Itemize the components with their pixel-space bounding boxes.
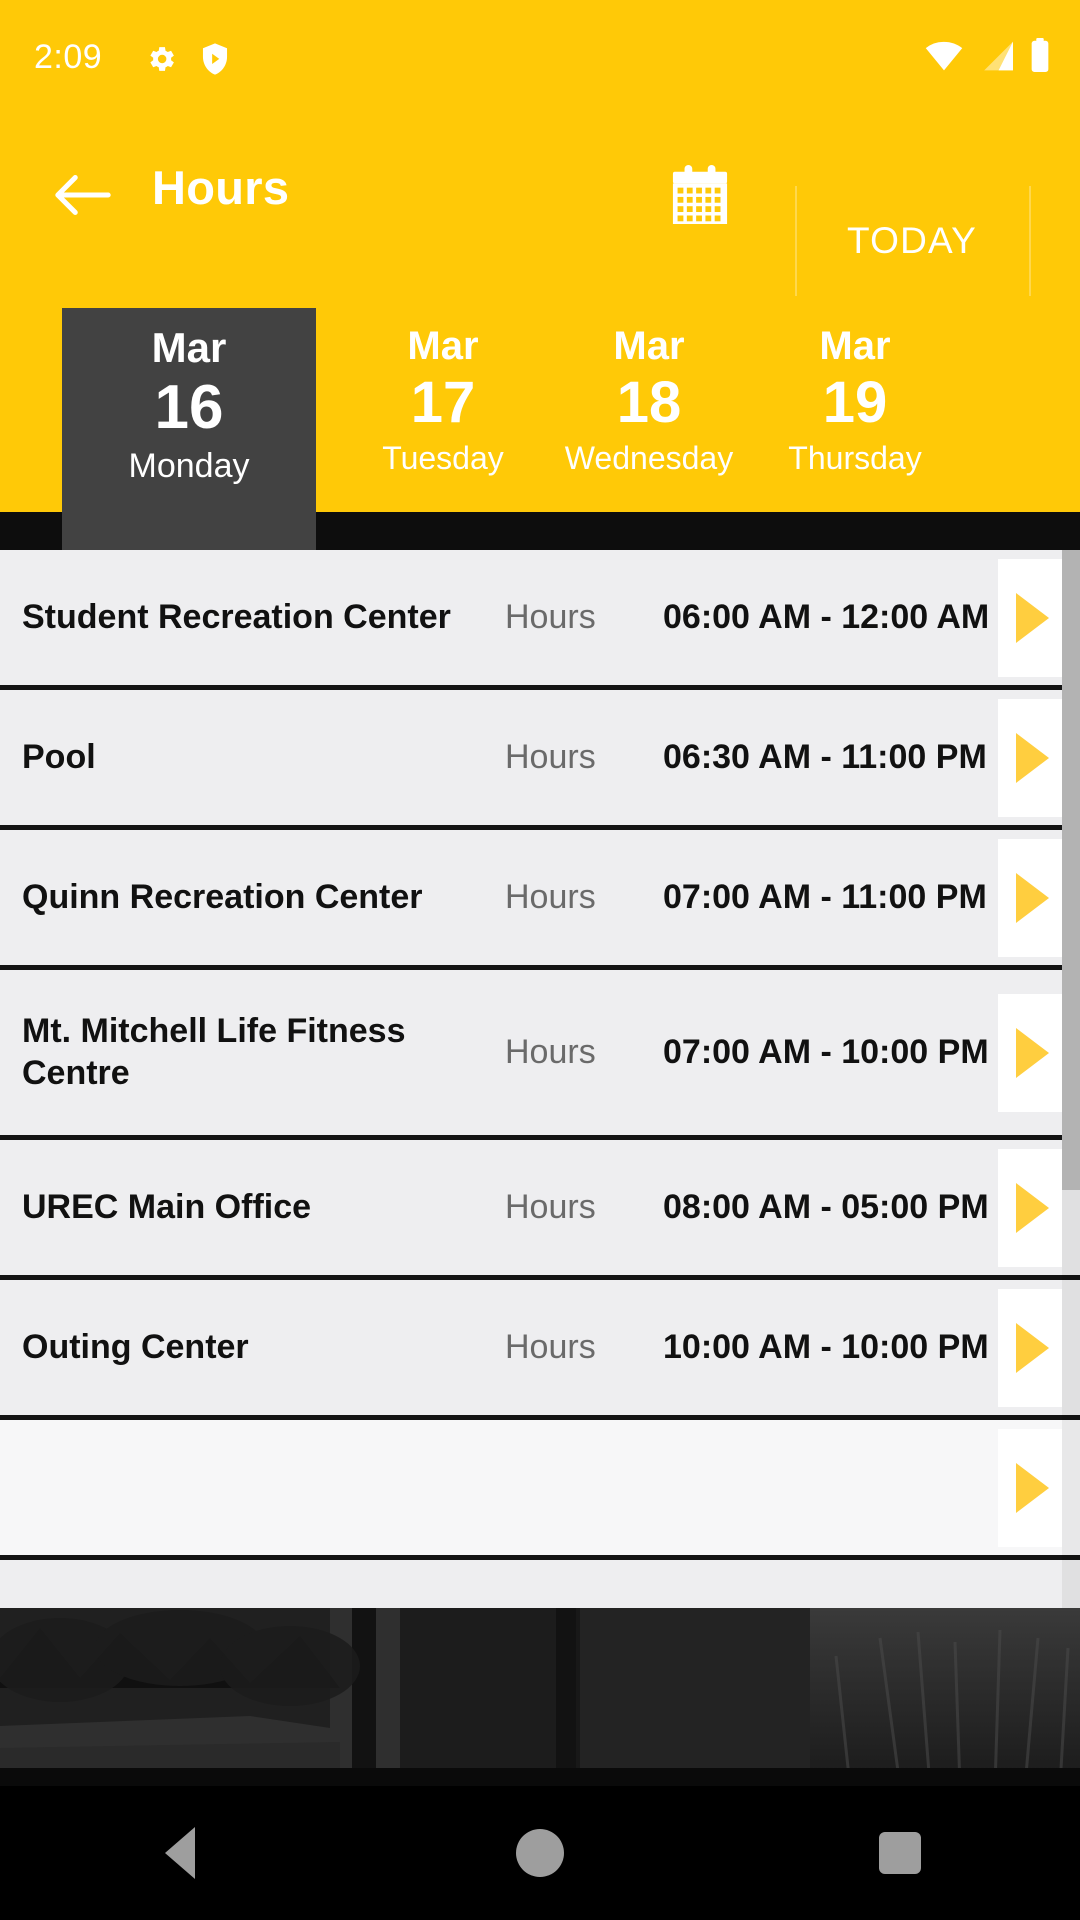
facility-name: Quinn Recreation Center bbox=[22, 877, 423, 916]
facility-name: Student Recreation Center bbox=[22, 597, 451, 636]
facility-hours: 07:00 AM - 10:00 PM bbox=[663, 1033, 989, 1071]
appbar-divider-right bbox=[1029, 186, 1031, 296]
date-tab-strip: Mar 16 Monday Mar 17 Tuesday Mar 18 Wedn… bbox=[0, 308, 1080, 550]
hours-label: Hours bbox=[505, 1188, 596, 1226]
date-tab-day: 17 bbox=[410, 369, 476, 435]
facility-hours: 10:00 AM - 10:00 PM bbox=[663, 1328, 989, 1366]
row-chevron-button[interactable] bbox=[998, 1288, 1062, 1407]
chevron-right-icon bbox=[1015, 592, 1049, 643]
row-chevron-button[interactable] bbox=[998, 993, 1062, 1112]
app-header: 2:09 Hours TODAY Mar 16 Monday Mar 17 Tu… bbox=[0, 0, 1080, 550]
hours-label: Hours bbox=[505, 1033, 596, 1071]
chevron-right-icon bbox=[1015, 872, 1049, 923]
nav-home-button[interactable] bbox=[475, 1786, 605, 1920]
list-scrollbar[interactable] bbox=[1062, 550, 1080, 1608]
facility-hours: 06:30 AM - 11:00 PM bbox=[663, 738, 987, 776]
date-tab-0[interactable]: Mar 16 Monday bbox=[62, 308, 316, 550]
row-chevron-button[interactable] bbox=[998, 838, 1062, 957]
table-row[interactable]: Student Recreation Center Hours 06:00 AM… bbox=[0, 550, 1080, 690]
facility-name: Outing Center bbox=[22, 1327, 249, 1366]
date-tab-weekday: Monday bbox=[128, 447, 250, 486]
gear-icon bbox=[144, 42, 178, 81]
nav-back-button[interactable] bbox=[115, 1786, 245, 1920]
hours-label: Hours bbox=[505, 878, 596, 916]
phone-screen: 2:09 Hours TODAY Mar 16 Monday Mar 17 Tu… bbox=[0, 0, 1080, 1920]
battery-icon bbox=[1030, 38, 1050, 77]
calendar-button[interactable] bbox=[655, 150, 745, 240]
today-button[interactable]: TODAY bbox=[795, 186, 1029, 296]
android-nav-bar bbox=[0, 1786, 1080, 1920]
table-row[interactable]: Quinn Recreation Center Hours 07:00 AM -… bbox=[0, 830, 1080, 970]
table-row-partial[interactable] bbox=[0, 1420, 1080, 1560]
background-photo bbox=[0, 1608, 1080, 1786]
chevron-right-icon bbox=[1015, 1182, 1049, 1233]
date-tab-day: 19 bbox=[822, 369, 888, 435]
nav-home-icon bbox=[516, 1829, 564, 1877]
chevron-right-icon bbox=[1015, 1462, 1049, 1513]
calendar-icon bbox=[672, 165, 728, 224]
date-tab-weekday: Tuesday bbox=[382, 439, 504, 476]
facility-name: UREC Main Office bbox=[22, 1187, 312, 1226]
table-row[interactable]: Mt. Mitchell Life Fitness Centre Hours 0… bbox=[0, 970, 1080, 1140]
date-tab-month: Mar bbox=[819, 324, 891, 368]
back-button[interactable] bbox=[42, 154, 124, 236]
facility-name: Pool bbox=[22, 737, 96, 776]
today-button-label: TODAY bbox=[846, 220, 978, 261]
date-tab-3[interactable]: Mar 19 Thursday bbox=[728, 308, 982, 512]
status-bar-clock: 2:09 bbox=[34, 38, 103, 76]
date-tab-day: 16 bbox=[154, 373, 224, 443]
chevron-right-icon bbox=[1015, 1322, 1049, 1373]
facility-hours: 06:00 AM - 12:00 AM bbox=[663, 598, 990, 636]
chevron-right-icon bbox=[1015, 1027, 1049, 1078]
back-arrow-icon bbox=[55, 175, 111, 215]
row-chevron-button[interactable] bbox=[998, 1428, 1062, 1547]
row-chevron-button[interactable] bbox=[998, 698, 1062, 817]
shield-play-icon bbox=[200, 42, 230, 81]
date-tab-month: Mar bbox=[151, 324, 227, 371]
facility-hours: 07:00 AM - 11:00 PM bbox=[663, 878, 987, 916]
cellular-signal-icon bbox=[977, 40, 1017, 77]
table-row[interactable]: UREC Main Office Hours 08:00 AM - 05:00 … bbox=[0, 1140, 1080, 1280]
wifi-icon bbox=[924, 40, 964, 77]
nav-recents-button[interactable] bbox=[835, 1786, 965, 1920]
hours-label: Hours bbox=[505, 738, 596, 776]
table-row[interactable]: Pool Hours 06:30 AM - 11:00 PM bbox=[0, 690, 1080, 830]
app-bar: Hours TODAY bbox=[0, 110, 1080, 296]
list-scrollbar-thumb[interactable] bbox=[1062, 550, 1080, 1190]
row-chevron-button[interactable] bbox=[998, 558, 1062, 677]
facility-name: Mt. Mitchell Life Fitness Centre bbox=[22, 1012, 406, 1092]
date-tab-month: Mar bbox=[407, 324, 479, 368]
nav-recents-icon bbox=[879, 1832, 921, 1874]
date-tab-day: 18 bbox=[616, 369, 682, 435]
chevron-right-icon bbox=[1015, 732, 1049, 783]
facility-hours: 08:00 AM - 05:00 PM bbox=[663, 1188, 989, 1226]
status-bar: 2:09 bbox=[0, 0, 1080, 110]
date-tab-weekday: Wednesday bbox=[564, 439, 734, 476]
row-chevron-button[interactable] bbox=[998, 1148, 1062, 1267]
page-title: Hours bbox=[152, 161, 290, 214]
hours-label: Hours bbox=[505, 598, 596, 636]
hours-label: Hours bbox=[505, 1328, 596, 1366]
status-bar-indicators bbox=[924, 38, 1050, 77]
date-tab-month: Mar bbox=[613, 324, 685, 368]
date-tab-weekday: Thursday bbox=[788, 439, 922, 476]
table-row[interactable]: Outing Center Hours 10:00 AM - 10:00 PM bbox=[0, 1280, 1080, 1420]
nav-back-icon bbox=[165, 1827, 195, 1879]
photo-graphic bbox=[0, 1608, 1080, 1786]
hours-list[interactable]: Student Recreation Center Hours 06:00 AM… bbox=[0, 550, 1080, 1608]
